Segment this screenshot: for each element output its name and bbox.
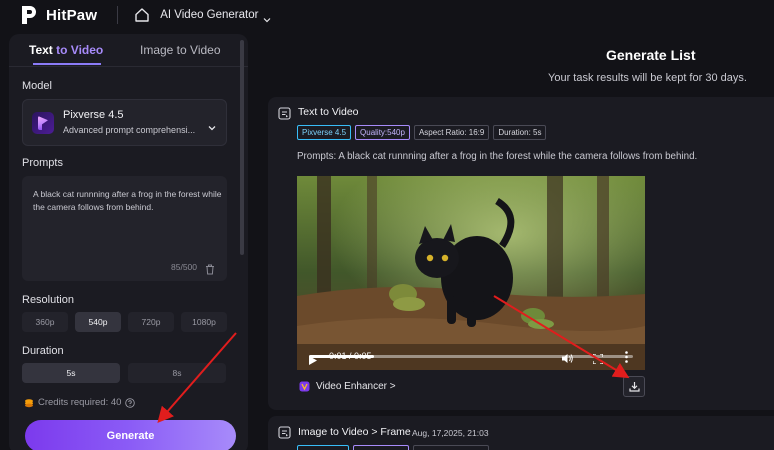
chevron-down-icon[interactable] bbox=[208, 119, 216, 131]
video-enhancer-label: Video Enhancer > bbox=[316, 381, 396, 392]
duration-options: 5s 8s bbox=[22, 363, 227, 383]
prompt-input[interactable]: A black cat runnning after a frog in the… bbox=[22, 176, 227, 281]
video-progress-fill bbox=[309, 355, 374, 358]
credits-text: Credits required: 40 bbox=[38, 397, 122, 408]
credits-required: Credits required: 40 bbox=[24, 397, 136, 408]
model-description: Advanced prompt comprehensi... bbox=[63, 125, 196, 135]
video-enhancer-link[interactable]: Video Enhancer > bbox=[299, 381, 396, 392]
tabs-divider bbox=[9, 66, 248, 67]
generate-button[interactable]: Generate bbox=[25, 420, 236, 450]
mode-tabs: Text to Video Image to Video bbox=[9, 34, 248, 66]
tag-duration: Duration: 5s bbox=[493, 125, 547, 140]
resolution-label: Resolution bbox=[22, 294, 74, 306]
coin-icon bbox=[24, 398, 34, 408]
task-card-text-to-video: Text to Video Pixverse 4.5 Quality:540p … bbox=[268, 97, 774, 410]
tag-model: Pixverse 4.5 bbox=[297, 125, 352, 140]
tag-quality bbox=[353, 445, 409, 450]
chevron-down-icon[interactable] bbox=[263, 11, 271, 23]
video-player[interactable]: 0:01 / 0:05 bbox=[297, 176, 645, 370]
trash-icon[interactable] bbox=[205, 262, 215, 275]
model-label: Model bbox=[22, 80, 52, 92]
tag-quality: Quality:540p bbox=[355, 125, 410, 140]
resolution-options: 360p 540p 720p 1080p bbox=[22, 312, 227, 332]
brand-logo[interactable]: HitPaw bbox=[20, 5, 97, 25]
duration-label: Duration bbox=[22, 345, 64, 357]
active-tab-indicator bbox=[33, 63, 101, 65]
app-switcher-label[interactable]: AI Video Generator bbox=[160, 9, 258, 21]
tab-text-to-video[interactable]: Text to Video bbox=[29, 43, 103, 57]
tab-image-to-video[interactable]: Image to Video bbox=[140, 43, 221, 57]
resolution-option-1080p[interactable]: 1080p bbox=[181, 312, 227, 332]
text-to-video-icon bbox=[278, 107, 291, 120]
video-progress-bar[interactable] bbox=[309, 355, 633, 358]
home-icon[interactable] bbox=[134, 7, 150, 23]
resolution-option-540p[interactable]: 540p bbox=[75, 312, 121, 332]
model-selector[interactable]: Pixverse 4.5 Advanced prompt comprehensi… bbox=[22, 99, 227, 146]
tag-aspect-ratio bbox=[413, 445, 489, 450]
task-title: Image to Video > Frame bbox=[298, 426, 411, 438]
task-tags: Pixverse 4.5 Quality:540p Aspect Ratio: … bbox=[297, 125, 550, 141]
task-prompt: Prompts: A black cat runnning after a fr… bbox=[297, 151, 698, 162]
top-bar: HitPaw AI Video Generator bbox=[0, 0, 774, 30]
help-icon[interactable] bbox=[125, 397, 136, 408]
generate-list-subtitle: Your task results will be kept for 30 da… bbox=[548, 72, 747, 84]
generator-panel: Text to Video Image to Video Model Pixve… bbox=[9, 34, 248, 450]
video-enhancer-icon bbox=[299, 381, 310, 392]
resolution-option-720p[interactable]: 720p bbox=[128, 312, 174, 332]
task-date: Aug, 17,2025, 21:03 bbox=[412, 428, 489, 438]
brand-name: HitPaw bbox=[46, 6, 98, 24]
generate-list-title: Generate List bbox=[606, 47, 696, 63]
panel-scrollbar[interactable] bbox=[240, 40, 244, 255]
prompt-text[interactable]: A black cat runnning after a frog in the… bbox=[33, 188, 223, 214]
video-frame-cat-forest bbox=[297, 176, 645, 370]
resolution-option-360p[interactable]: 360p bbox=[22, 312, 68, 332]
prompts-label: Prompts bbox=[22, 157, 63, 169]
tag-model bbox=[297, 445, 349, 450]
image-to-video-icon bbox=[278, 426, 291, 439]
tag-aspect-ratio: Aspect Ratio: 16:9 bbox=[413, 125, 490, 140]
duration-option-5s[interactable]: 5s bbox=[22, 363, 120, 383]
task-tags bbox=[297, 445, 493, 450]
pixverse-logo-icon bbox=[32, 112, 54, 134]
prompt-char-count: 85/500 bbox=[171, 262, 197, 272]
task-title: Text to Video bbox=[298, 106, 359, 118]
duration-option-8s[interactable]: 8s bbox=[128, 363, 226, 383]
hitpaw-logo-icon bbox=[20, 5, 38, 25]
model-name: Pixverse 4.5 bbox=[63, 109, 124, 121]
task-card-image-to-video: Image to Video > Frame Aug, 17,2025, 21:… bbox=[268, 416, 774, 450]
download-button[interactable] bbox=[623, 376, 645, 397]
header-divider bbox=[117, 6, 119, 24]
